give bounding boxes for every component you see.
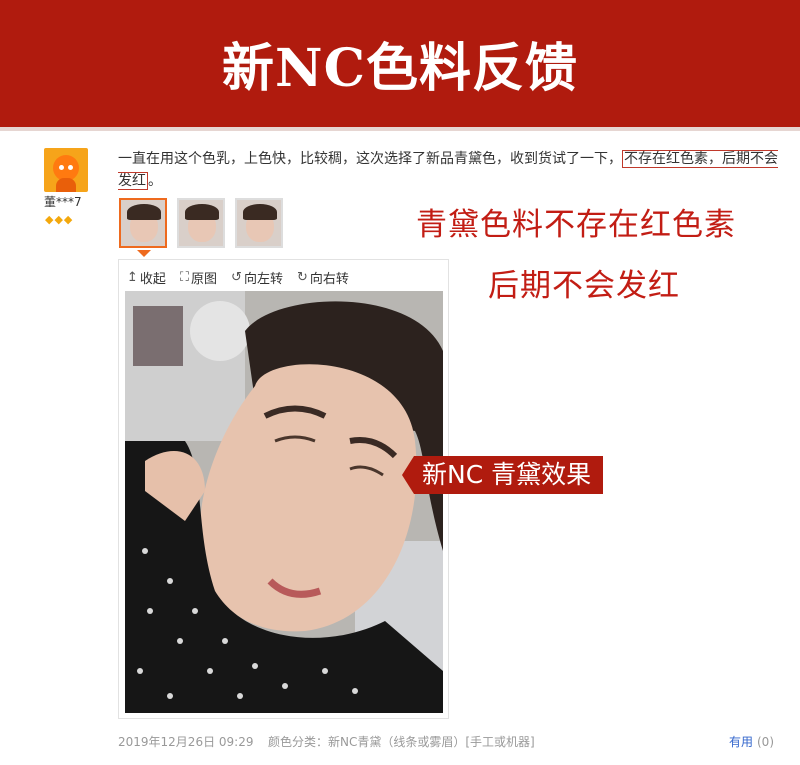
avatar-eye (59, 165, 64, 170)
rotate-right-icon: ↻ (296, 270, 308, 285)
thumbnail-hair (243, 204, 277, 220)
review-text-main: 一直在用这个色乳，上色快，比较稠，这次选择了新品青黛色，收到货试了一下， (118, 151, 622, 167)
useful-label[interactable]: 有用 (729, 735, 753, 749)
banner-title: 新NC色料反馈 (222, 38, 578, 99)
collapse-icon: ↥ (127, 270, 138, 285)
rotate-left-label: 向左转 (243, 272, 283, 287)
avatar[interactable] (44, 148, 88, 192)
review-text-end: 。 (148, 173, 162, 189)
effect-callout: 新NC 青黛效果 (402, 456, 604, 494)
rotate-left-button[interactable]: ↺ 向左转 (231, 268, 283, 287)
review-photo-illustration (125, 291, 443, 713)
fullscreen-icon: ⛶ (179, 270, 190, 285)
review-text: 一直在用这个色乳，上色快，比较稠，这次选择了新品青黛色，收到货试了一下， 不存在红… (118, 148, 788, 192)
product-spec: 颜色分类：新NC青黛（线条或雾眉）[手工或机器] (268, 735, 535, 749)
reviewer-level-icon: ◆◆◆ (45, 213, 74, 226)
avatar-eye (68, 165, 73, 170)
reviewer-name[interactable]: 董***7 (44, 193, 82, 210)
active-thumbnail-pointer (137, 250, 151, 257)
photo-thumbnail[interactable] (119, 198, 167, 248)
viewer-toolbar: ↥ 收起 ⛶ 原图 ↺ 向左转 ↻ 向右转 (127, 268, 349, 287)
callout-arrow-icon (402, 456, 414, 494)
banner-divider (0, 127, 800, 131)
photo-thumbnail[interactable] (177, 198, 225, 248)
thumbnail-hair (127, 204, 161, 220)
review-photo[interactable] (125, 291, 443, 713)
useful-button[interactable]: 有用 (0) (729, 733, 774, 750)
header-banner: 新NC色料反馈 (0, 0, 800, 127)
useful-count: (0) (757, 735, 774, 749)
image-viewer: ↥ 收起 ⛶ 原图 ↺ 向左转 ↻ 向右转 (118, 259, 449, 719)
photo-thumbnails (119, 198, 283, 248)
collapse-label: 收起 (139, 272, 166, 287)
review-date: 2019年12月26日 09:29 (118, 735, 254, 749)
rotate-right-label: 向右转 (309, 272, 349, 287)
callout-label: 新NC 青黛效果 (414, 456, 604, 494)
collapse-button[interactable]: ↥ 收起 (127, 268, 166, 287)
promo-line-2: 后期不会发红 (488, 268, 680, 304)
thumbnail-hair (185, 204, 219, 220)
photo-thumbnail[interactable] (235, 198, 283, 248)
rotate-right-button[interactable]: ↻ 向右转 (297, 268, 349, 287)
avatar-body (56, 178, 76, 192)
rotate-left-icon: ↺ (231, 270, 242, 285)
promo-line-1: 青黛色料不存在红色素 (416, 207, 736, 243)
original-image-label: 原图 (191, 272, 218, 287)
original-image-button[interactable]: ⛶ 原图 (180, 268, 217, 287)
